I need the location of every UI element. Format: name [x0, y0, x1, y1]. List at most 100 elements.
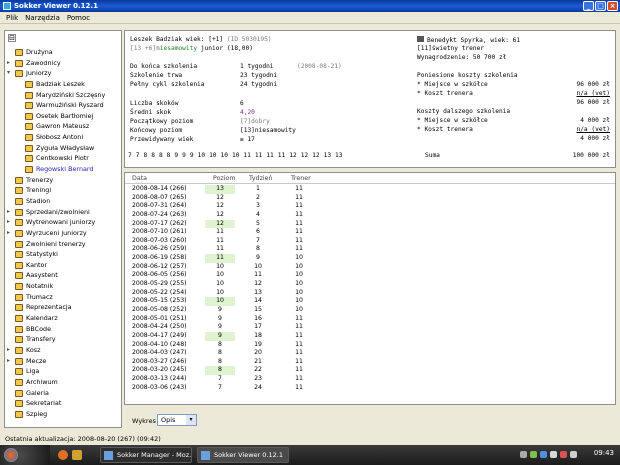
- sidebar-item[interactable]: Notatnik: [5, 281, 121, 292]
- sidebar-item[interactable]: Centkowski Piotr: [5, 153, 121, 164]
- table-row[interactable]: 2008-04-24 (250) 9 17 11: [125, 323, 615, 332]
- clock[interactable]: 09:43: [594, 449, 614, 457]
- start-level-label: Początkowy poziom: [130, 118, 194, 125]
- tray-icon[interactable]: [560, 451, 567, 458]
- sidebar-item[interactable]: Warmużiński Ryszard: [5, 100, 121, 111]
- sidebar-item[interactable]: Regowski Bernard: [5, 164, 121, 175]
- sidebar-item[interactable]: Transfery: [5, 334, 121, 345]
- table-row[interactable]: 2008-03-06 (243) 7 24 11: [125, 384, 615, 393]
- table-row[interactable]: 2008-05-15 (253) 10 14 10: [125, 297, 615, 306]
- col-level[interactable]: Poziom: [213, 173, 235, 184]
- sidebar-item[interactable]: Reprezentacja: [5, 302, 121, 313]
- sidebar-item[interactable]: Tłumacz: [5, 292, 121, 303]
- table-row[interactable]: 2008-05-08 (252) 9 15 10: [125, 306, 615, 315]
- expand-toggle-icon[interactable]: ▸: [7, 356, 10, 367]
- task-sokker-viewer[interactable]: Sokker Viewer 0.12.1: [197, 447, 289, 463]
- tray-icon[interactable]: [520, 451, 527, 458]
- table-row[interactable]: 2008-07-17 (262) 12 5 11: [125, 219, 615, 229]
- table-row[interactable]: 2008-07-24 (263) 12 4 11: [125, 211, 615, 220]
- cost-coach-value: n/a (vet): [576, 90, 610, 97]
- sidebar-item[interactable]: Gawron Mateusz: [5, 121, 121, 132]
- table-row[interactable]: 2008-08-07 (265) 12 2 11: [125, 194, 615, 203]
- menu-plik[interactable]: Plik: [4, 12, 23, 23]
- tray-icon[interactable]: [540, 451, 547, 458]
- menu-narzedzia[interactable]: Narzędzia: [23, 12, 65, 23]
- cell-week: 23: [254, 375, 262, 383]
- table-row[interactable]: 2008-04-17 (249) 9 18 11: [125, 331, 615, 341]
- table-row[interactable]: 2008-07-03 (260) 11 7 11: [125, 237, 615, 246]
- table-row[interactable]: 2008-05-29 (255) 10 12 10: [125, 280, 615, 289]
- sidebar-item[interactable]: ▸ Zawodnicy: [5, 58, 121, 69]
- cell-level: 12: [216, 210, 224, 218]
- col-date[interactable]: Data: [132, 173, 147, 184]
- cell-week: 1: [256, 185, 260, 192]
- sidebar-item[interactable]: ▾ Juniorzy: [5, 68, 121, 79]
- table-row[interactable]: 2008-07-10 (261) 11 6 11: [125, 228, 615, 237]
- col-week[interactable]: Tydzień: [249, 173, 273, 184]
- sidebar-item[interactable]: Drużyna: [5, 47, 121, 58]
- col-coach[interactable]: Trener: [291, 173, 311, 184]
- sidebar-item[interactable]: ▸ Sprzedani/zwolnieni: [5, 207, 121, 218]
- folder-icon[interactable]: [72, 450, 82, 460]
- table-row[interactable]: 2008-06-26 (259) 11 8 11: [125, 245, 615, 254]
- table-row[interactable]: 2008-03-13 (244) 7 23 11: [125, 375, 615, 384]
- expand-toggle-icon[interactable]: ▸: [7, 345, 10, 356]
- tray-icon[interactable]: [530, 451, 537, 458]
- level-sequence-item: 11: [243, 152, 251, 159]
- maximize-button[interactable]: □: [595, 1, 606, 11]
- table-row[interactable]: 2008-06-19 (258) 11 9 10: [125, 254, 615, 263]
- sidebar-item[interactable]: ▸ Wytrenowani juniorzy: [5, 217, 121, 228]
- expand-toggle-icon[interactable]: ▸: [7, 58, 10, 69]
- sidebar-item[interactable]: Marydziński Szczęsny: [5, 90, 121, 101]
- sidebar-item[interactable]: ▸ Kosz: [5, 345, 121, 356]
- expand-toggle-icon[interactable]: ▸: [7, 207, 10, 218]
- sidebar-item[interactable]: Galeria: [5, 388, 121, 399]
- sidebar-item[interactable]: Statystyki: [5, 249, 121, 260]
- table-row[interactable]: 2008-05-22 (254) 10 13 10: [125, 289, 615, 298]
- menu-pomoc[interactable]: Pomoc: [65, 12, 95, 23]
- table-row[interactable]: 2008-06-05 (256) 10 11 10: [125, 271, 615, 280]
- sidebar-item[interactable]: ▸ Wyrzuceni juniorzy: [5, 228, 121, 239]
- table-row[interactable]: 2008-04-10 (248) 8 19 11: [125, 341, 615, 350]
- task-firefox[interactable]: Sokker Manager - Moz...: [100, 447, 192, 463]
- table-row[interactable]: 2008-05-01 (251) 9 16 11: [125, 315, 615, 324]
- table-row[interactable]: 2008-08-14 (266) 13 1 11: [125, 185, 615, 194]
- sidebar-item[interactable]: Sekretariat: [5, 398, 121, 409]
- firefox-icon[interactable]: [58, 450, 68, 460]
- sidebar-item[interactable]: Zwolnieni trenerzy: [5, 239, 121, 250]
- table-row[interactable]: 2008-03-27 (246) 8 21 11: [125, 358, 615, 367]
- close-button[interactable]: ×: [607, 1, 618, 11]
- table-row[interactable]: 2008-04-03 (247) 8 20 11: [125, 349, 615, 358]
- sidebar-item[interactable]: Badziak Leszek: [5, 79, 121, 90]
- minimize-button[interactable]: _: [583, 1, 594, 11]
- sidebar-item[interactable]: Liga: [5, 366, 121, 377]
- expand-toggle-icon[interactable]: ▸: [7, 217, 10, 228]
- sidebar-item[interactable]: ▸ Mecze: [5, 356, 121, 367]
- sidebar-item[interactable]: Słobosz Antoni: [5, 132, 121, 143]
- sidebar-item[interactable]: Zyguła Władysław: [5, 143, 121, 154]
- sidebar-item[interactable]: Szpieg: [5, 409, 121, 420]
- volume-icon[interactable]: [570, 451, 577, 458]
- sidebar-item[interactable]: Osetek Bartłomiej: [5, 111, 121, 122]
- table-row[interactable]: 2008-03-20 (245) 8 22 11: [125, 366, 615, 376]
- sidebar-item[interactable]: Treningi: [5, 185, 121, 196]
- sidebar-item[interactable]: BBCode: [5, 324, 121, 335]
- cell-coach: 10: [295, 305, 303, 313]
- sidebar-item[interactable]: Aasystent: [5, 270, 121, 281]
- sidebar-item[interactable]: Archiwum: [5, 377, 121, 388]
- collapse-all-button[interactable]: ⊟: [8, 34, 16, 42]
- tray-icon[interactable]: [550, 451, 557, 458]
- sidebar-item[interactable]: Stadion: [5, 196, 121, 207]
- expand-toggle-icon[interactable]: ▸: [7, 228, 10, 239]
- sidebar-item[interactable]: Kantor: [5, 260, 121, 271]
- start-button[interactable]: [0, 445, 50, 465]
- table-row[interactable]: 2008-06-12 (257) 10 10 10: [125, 263, 615, 272]
- expand-toggle-icon[interactable]: ▾: [7, 68, 10, 79]
- window-titlebar[interactable]: Sokker Viewer 0.12.1 _ □ ×: [0, 0, 620, 12]
- sidebar-item[interactable]: Kalendarz: [5, 313, 121, 324]
- chart-type-select[interactable]: Opis ▾: [157, 414, 197, 426]
- table-row[interactable]: 2008-07-31 (264) 12 3 11: [125, 202, 615, 211]
- sidebar-item[interactable]: Trenerzy: [5, 175, 121, 186]
- cell-coach: 11: [295, 383, 303, 391]
- sidebar-item-label: Regowski Bernard: [36, 165, 94, 174]
